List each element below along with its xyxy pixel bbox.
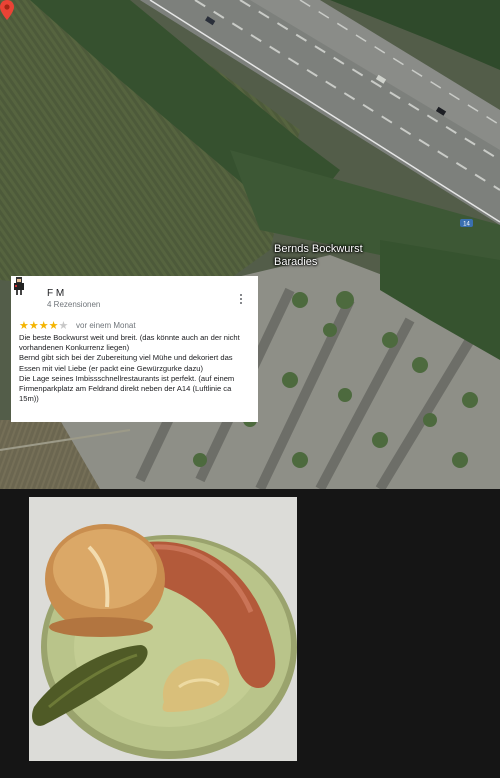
bockwurst-photo[interactable] xyxy=(29,497,297,761)
star-icon: ★ xyxy=(48,320,59,332)
author-reviews-count: 4 Rezensionen xyxy=(47,300,101,309)
satellite-map[interactable]: 14 Bernds Bockwurst Baradies F M 4 Rezen… xyxy=(0,0,500,489)
photo-section xyxy=(0,489,500,778)
road-shield-number: 14 xyxy=(463,222,470,228)
avatar-icon[interactable] xyxy=(11,276,27,296)
rating-stars: ★★★★★ xyxy=(19,319,68,332)
review-text-line: Die Lage seines Imbissschnellrestaurants… xyxy=(19,373,235,404)
bockwurst-plate-image xyxy=(29,497,297,761)
star-icon: ★ xyxy=(38,320,49,332)
star-icon: ★ xyxy=(19,320,29,332)
review-text: Die beste Bockwurst weit und breit. (das… xyxy=(19,333,253,404)
review-author[interactable]: F M xyxy=(47,288,64,299)
place-label[interactable]: Bernds Bockwurst Baradies xyxy=(274,243,363,269)
review-text-line: Bernd gibt sich bei der Zubereitung viel… xyxy=(19,353,233,373)
more-vert-icon[interactable] xyxy=(239,294,243,306)
review-time: vor einem Monat xyxy=(76,321,136,330)
star-icon: ★ xyxy=(58,320,69,332)
star-icon: ★ xyxy=(28,320,39,332)
review-text-line: Die beste Bockwurst weit und breit. (das… xyxy=(19,333,240,353)
review-card: F M 4 Rezensionen ★★★★★ vor einem Monat … xyxy=(11,276,258,422)
map-pin-icon[interactable] xyxy=(0,0,14,20)
